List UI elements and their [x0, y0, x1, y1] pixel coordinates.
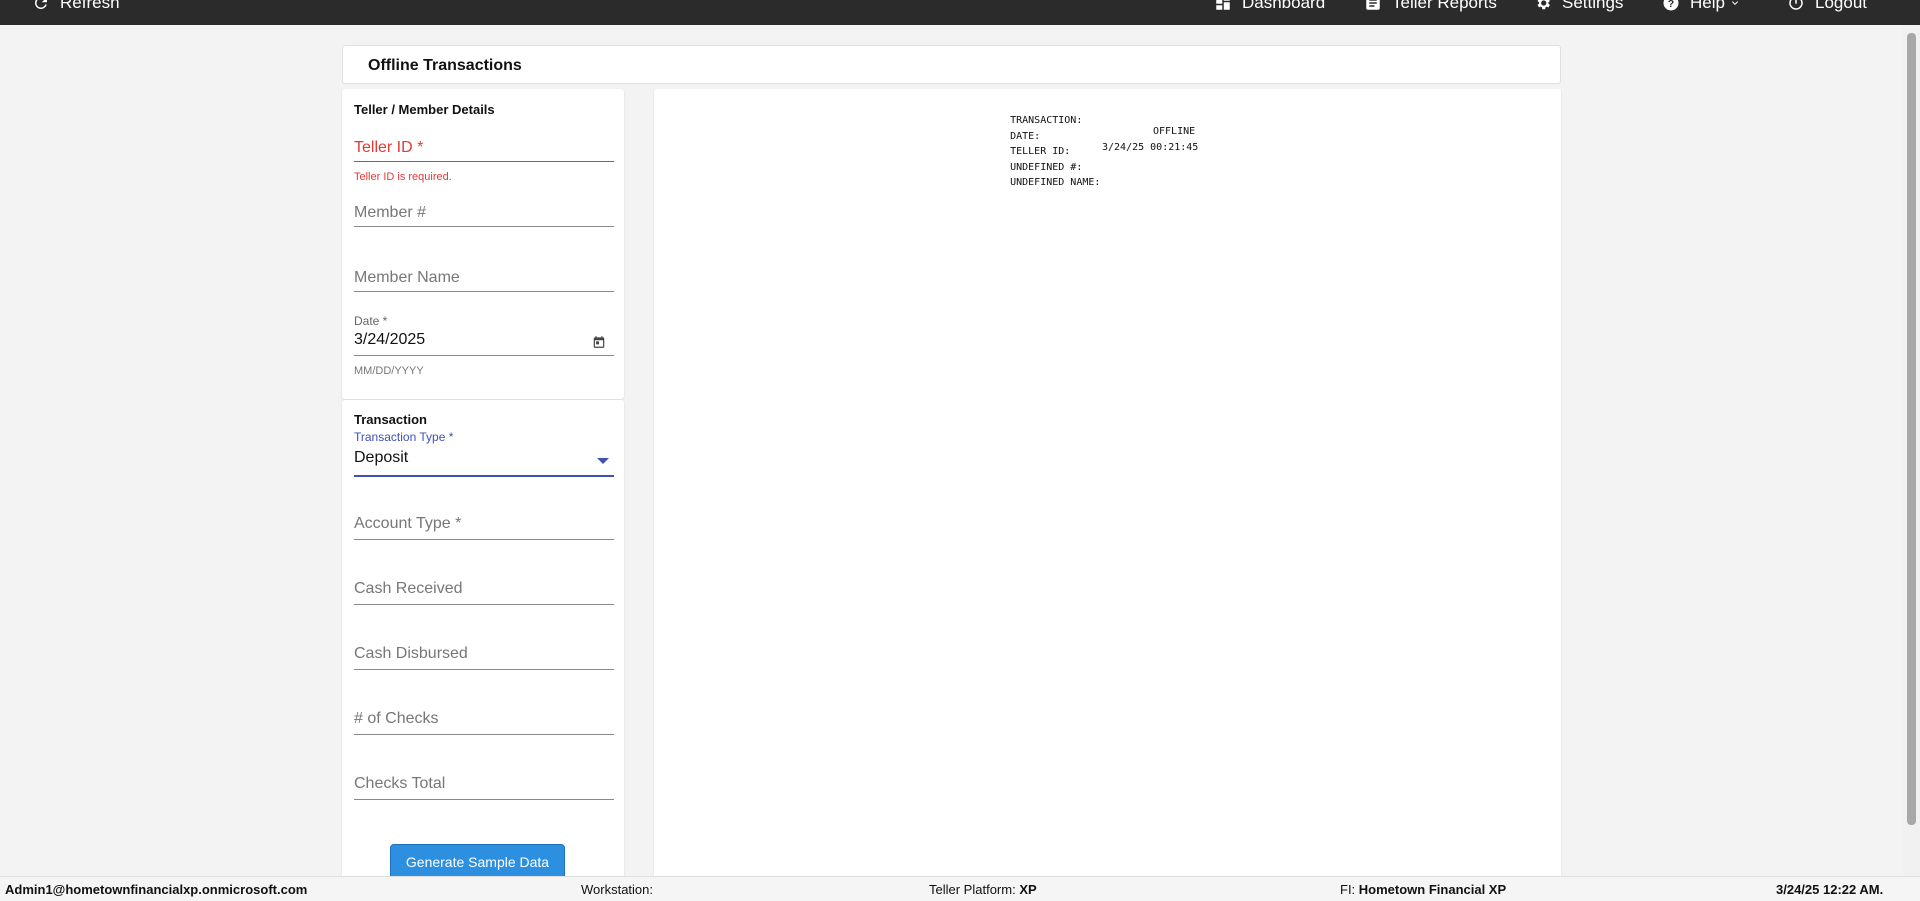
settings-nav-item[interactable]: Settings — [1534, 0, 1623, 13]
teller-id-error: Teller ID is required. — [354, 171, 452, 183]
num-checks-underline — [354, 734, 614, 735]
cash-disbursed-underline — [354, 669, 614, 670]
num-checks-placeholder: # of Checks — [354, 710, 439, 727]
help-label: Help — [1690, 0, 1725, 12]
date-value: 3/24/2025 — [354, 331, 426, 348]
page-title: Offline Transactions — [368, 57, 522, 74]
dashboard-icon — [1216, 0, 1230, 10]
refresh-label: Refresh — [60, 0, 120, 12]
num-checks-field[interactable]: # of Checks — [354, 710, 614, 742]
teller-member-section-title: Teller / Member Details — [354, 102, 495, 117]
cash-disbursed-field[interactable]: Cash Disbursed — [354, 645, 614, 677]
status-workstation: Workstation: — [581, 882, 653, 897]
date-underline — [354, 355, 614, 356]
status-datetime: 3/24/25 12:22 AM. — [1776, 882, 1884, 897]
help-nav-item[interactable]: ? Help — [1662, 0, 1741, 13]
checks-total-field[interactable]: Checks Total — [354, 775, 614, 807]
top-nav-bar: Refresh Dashboard Teller Reports Setting… — [0, 0, 1920, 25]
checks-total-placeholder: Checks Total — [354, 775, 446, 792]
power-icon — [1789, 0, 1803, 10]
cash-disbursed-placeholder: Cash Disbursed — [354, 645, 468, 662]
transaction-section-title: Transaction — [354, 412, 427, 427]
teller-id-field[interactable]: Teller ID * — [354, 137, 614, 169]
member-name-underline — [354, 291, 614, 292]
date-field[interactable]: 3/24/2025 — [354, 331, 614, 363]
transaction-type-underline — [354, 475, 614, 477]
teller-reports-label: Teller Reports — [1392, 0, 1497, 12]
vertical-scrollbar[interactable] — [1903, 25, 1920, 876]
status-platform: Teller Platform: XP — [929, 882, 1037, 897]
teller-id-placeholder: Teller ID * — [354, 139, 424, 156]
dashboard-nav-item[interactable]: Dashboard — [1214, 0, 1325, 13]
receipt-preview-panel: TRANSACTION: OFFLINE DATE: 3/24/25 00:21… — [654, 89, 1561, 890]
platform-value: XP — [1019, 882, 1037, 897]
receipt-row-member-name: UNDEFINED NAME: — [986, 166, 1100, 210]
report-icon — [1366, 0, 1380, 10]
member-name-placeholder: Member Name — [354, 269, 460, 286]
receipt-label: UNDEFINED NAME: — [1010, 177, 1101, 188]
transaction-type-value: Deposit — [354, 449, 409, 466]
teller-reports-nav-item[interactable]: Teller Reports — [1364, 0, 1497, 13]
member-number-placeholder: Member # — [354, 204, 427, 221]
help-icon: ? — [1663, 0, 1679, 11]
transaction-panel: Transaction Transaction Type * Deposit A… — [342, 400, 624, 890]
fi-label: FI: — [1340, 882, 1356, 897]
fi-value: Hometown Financial XP — [1358, 882, 1507, 897]
date-label: Date * — [354, 314, 388, 328]
platform-label: Teller Platform: — [929, 882, 1016, 897]
status-bar: Admin1@hometownfinancialxp.onmicrosoft.c… — [0, 876, 1920, 901]
page-header-card: Offline Transactions — [342, 45, 1561, 84]
scrollbar-thumb[interactable] — [1907, 33, 1916, 825]
status-user: Admin1@hometownfinancialxp.onmicrosoft.c… — [5, 882, 308, 897]
gear-icon — [1537, 0, 1550, 10]
chevron-down-icon — [1731, 1, 1738, 5]
transaction-type-label: Transaction Type * — [354, 430, 454, 444]
account-type-field[interactable]: Account Type * — [354, 515, 614, 547]
transaction-type-select[interactable]: Deposit — [354, 449, 614, 479]
receipt-value: OFFLINE — [1153, 126, 1196, 137]
teller-id-underline — [354, 161, 614, 162]
teller-member-panel: Teller / Member Details Teller ID * Tell… — [342, 89, 624, 399]
member-number-field[interactable]: Member # — [354, 202, 614, 234]
member-name-field[interactable]: Member Name — [354, 267, 614, 299]
refresh-nav-item[interactable]: Refresh — [32, 0, 120, 13]
dropdown-arrow-icon[interactable] — [597, 458, 609, 464]
calendar-icon[interactable] — [592, 335, 606, 349]
logout-nav-item[interactable]: Logout — [1787, 0, 1867, 13]
workstation-label: Workstation: — [581, 882, 654, 897]
svg-text:?: ? — [1668, 0, 1674, 10]
date-format-hint: MM/DD/YYYY — [354, 365, 424, 377]
cash-received-field[interactable]: Cash Received — [354, 580, 614, 612]
cash-received-placeholder: Cash Received — [354, 580, 463, 597]
member-number-underline — [354, 226, 614, 227]
account-type-underline — [354, 539, 614, 540]
refresh-icon — [34, 0, 47, 9]
status-fi: FI: Hometown Financial XP — [1340, 882, 1506, 897]
cash-received-underline — [354, 604, 614, 605]
dashboard-label: Dashboard — [1242, 0, 1326, 12]
settings-label: Settings — [1562, 0, 1624, 12]
account-type-placeholder: Account Type * — [354, 515, 462, 532]
logout-label: Logout — [1815, 0, 1867, 12]
receipt-value: 3/24/25 00:21:45 — [1102, 142, 1199, 153]
checks-total-underline — [354, 799, 614, 800]
